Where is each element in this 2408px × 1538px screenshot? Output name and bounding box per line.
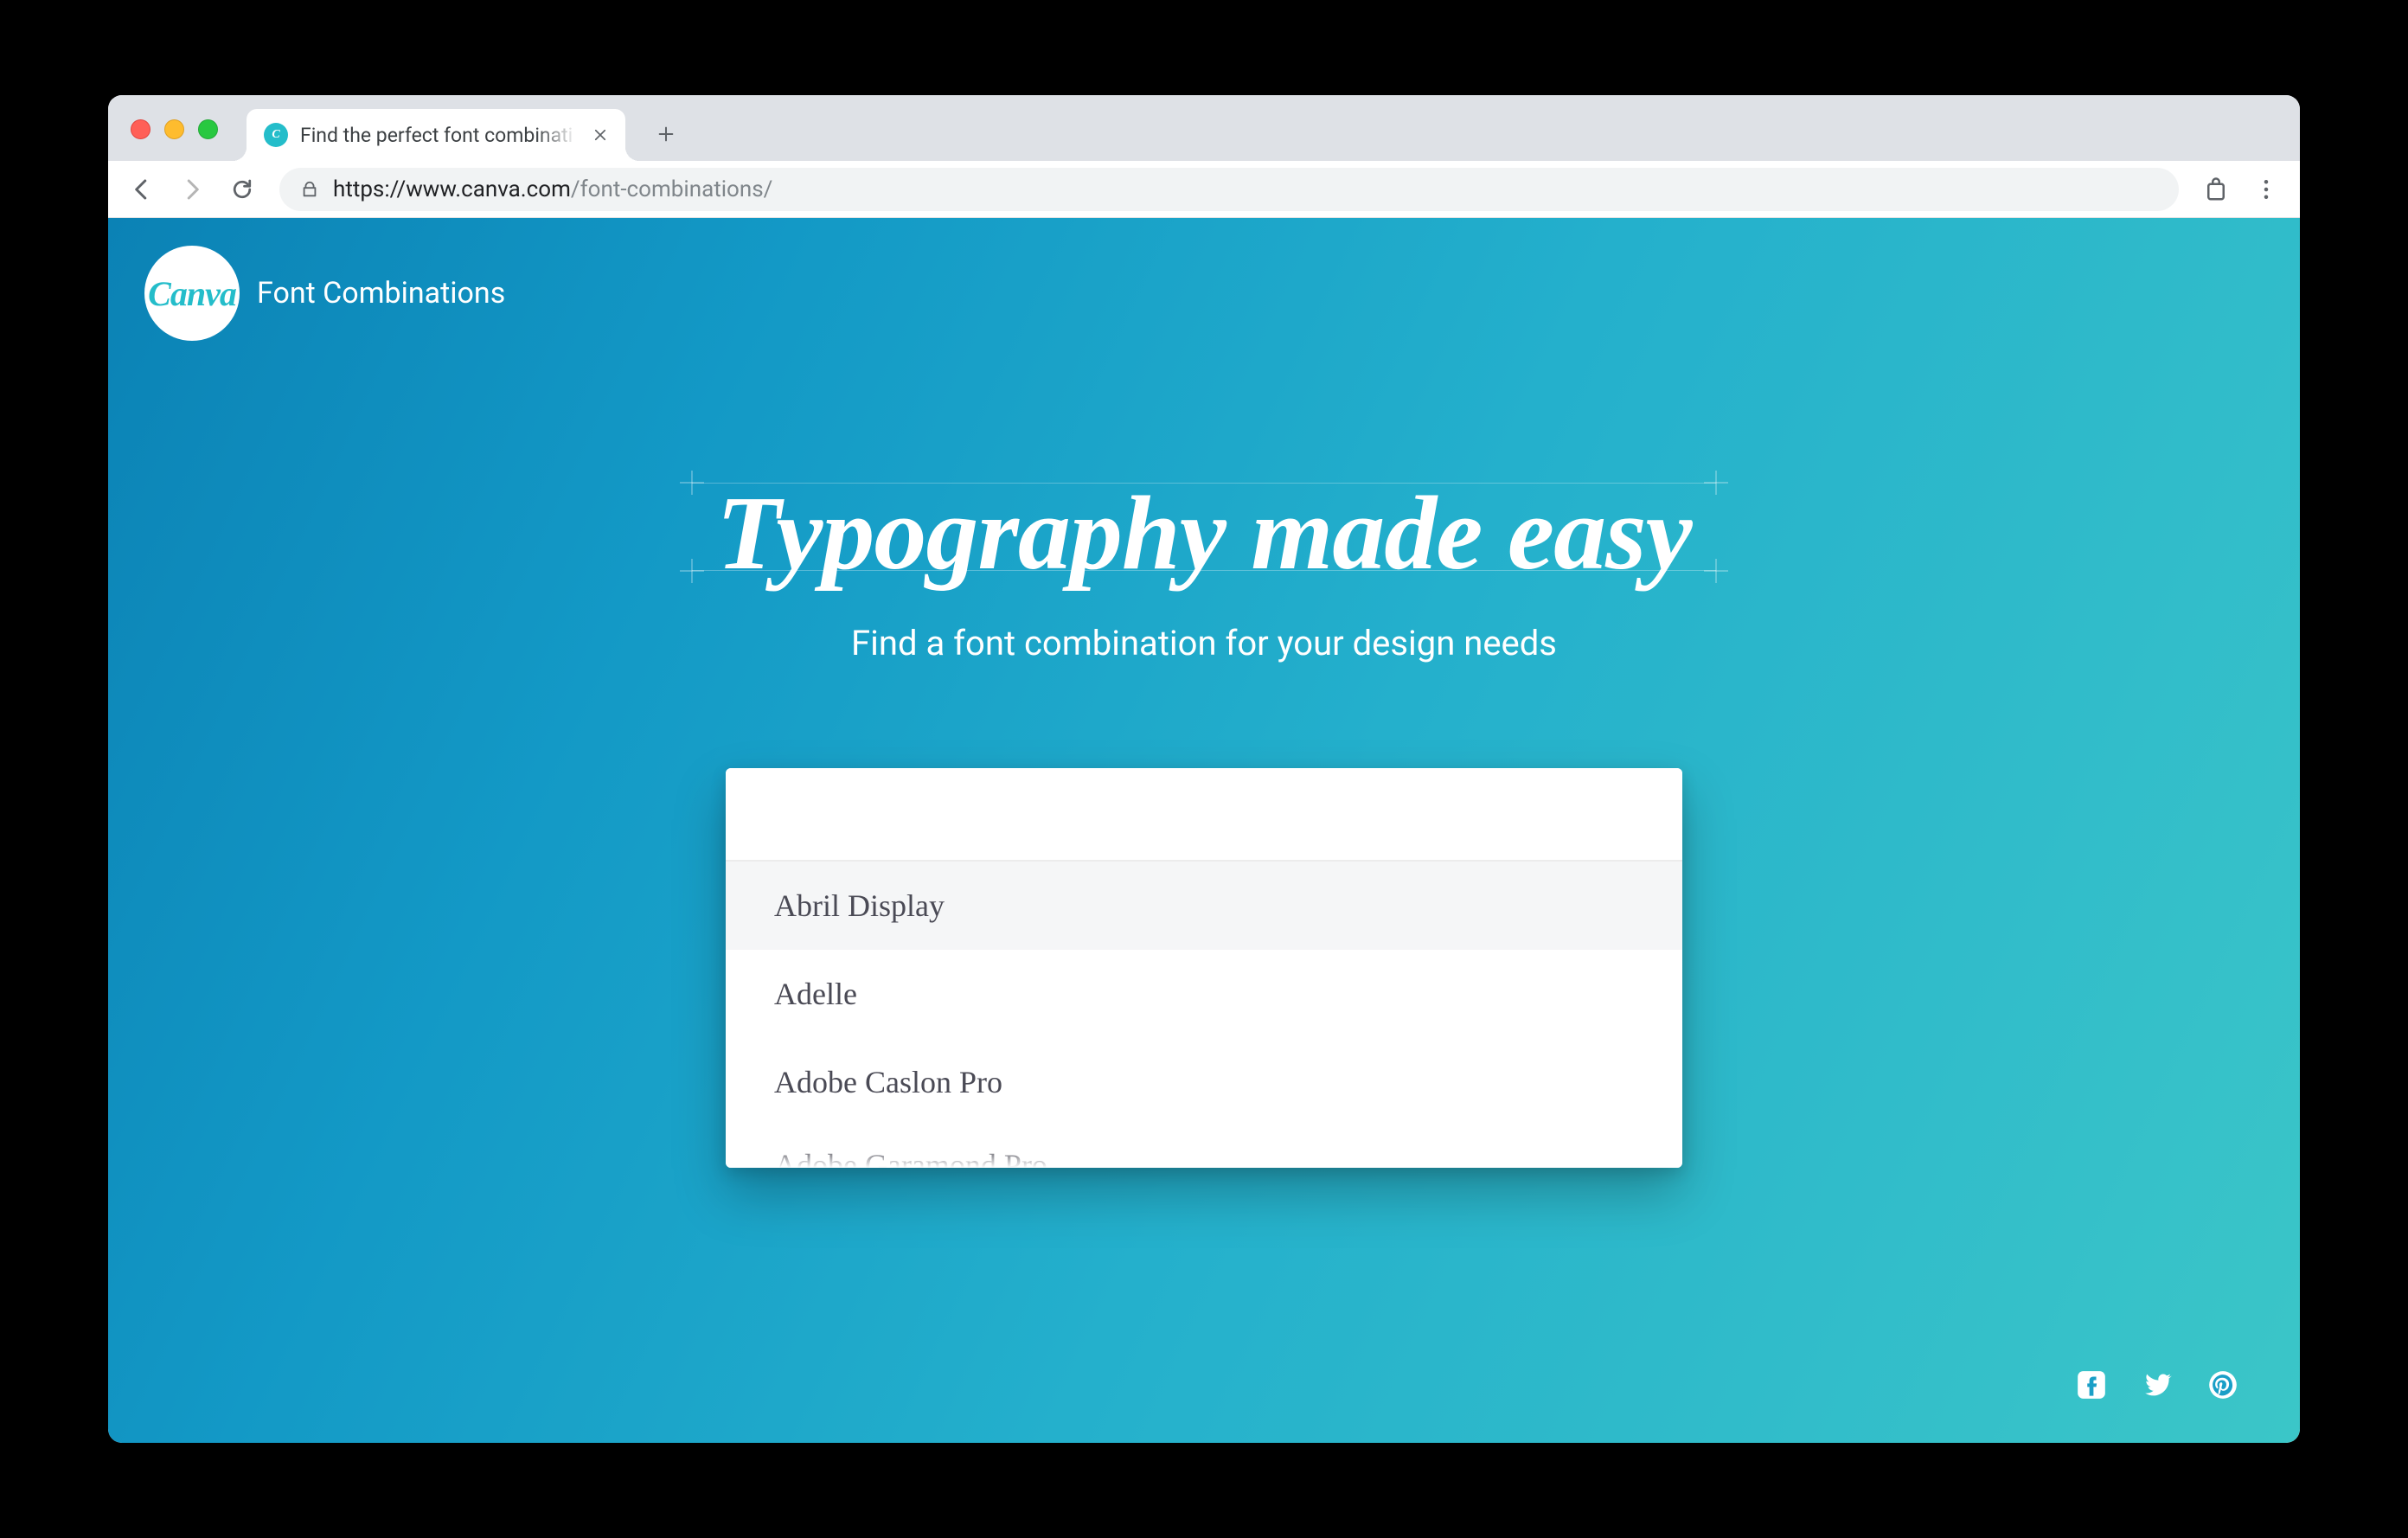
hero-title-wrap: Typography made easy	[713, 476, 1694, 592]
facebook-icon[interactable]	[2075, 1368, 2108, 1401]
window-controls	[131, 119, 218, 139]
corner-tick-icon	[680, 471, 704, 495]
back-button[interactable]	[120, 168, 163, 211]
close-tab-button[interactable]	[589, 124, 612, 146]
canva-logo[interactable]: Canva	[144, 246, 240, 341]
corner-tick-icon	[1704, 559, 1728, 583]
canva-logo-text: Canva	[148, 273, 236, 314]
page-viewport: Canva Font Combinations Typography made …	[108, 218, 2300, 1443]
reload-button[interactable]	[221, 168, 264, 211]
browser-toolbar: https://www.canva.com/font-combinations/	[108, 161, 2300, 218]
typographic-guide-line	[692, 570, 1715, 571]
corner-tick-icon	[1704, 471, 1728, 495]
social-links	[2075, 1368, 2239, 1401]
twitter-icon[interactable]	[2141, 1368, 2174, 1401]
browser-menu-button[interactable]	[2245, 168, 2288, 211]
window-close-button[interactable]	[131, 119, 150, 139]
tab-strip: C Find the perfect font combinati	[108, 95, 2300, 161]
hero-section: Typography made easy Find a font combina…	[108, 476, 2300, 663]
url-text: https://www.canva.com/font-combinations/	[333, 176, 772, 202]
corner-tick-icon	[680, 559, 704, 583]
font-option[interactable]: Abril Display	[726, 862, 1682, 950]
font-search-input[interactable]	[726, 768, 1682, 862]
pinterest-icon[interactable]	[2206, 1368, 2239, 1401]
site-header: Canva Font Combinations	[144, 246, 505, 341]
font-search-panel: Abril Display Adelle Adobe Caslon Pro Ad…	[726, 768, 1682, 1168]
browser-window: C Find the perfect font combinati https:…	[108, 95, 2300, 1443]
tab-title: Find the perfect font combinati	[300, 124, 577, 147]
font-options-list: Abril Display Adelle Adobe Caslon Pro Ad…	[726, 862, 1682, 1168]
new-tab-button[interactable]	[651, 119, 681, 149]
font-option[interactable]: Adobe Caslon Pro	[726, 1038, 1682, 1126]
lock-icon	[300, 180, 319, 199]
browser-tab[interactable]: C Find the perfect font combinati	[247, 109, 625, 161]
address-bar[interactable]: https://www.canva.com/font-combinations/	[279, 168, 2179, 211]
window-maximize-button[interactable]	[198, 119, 218, 139]
canva-favicon-icon: C	[264, 123, 288, 147]
extension-button[interactable]	[2194, 168, 2238, 211]
hero-title: Typography made easy	[716, 476, 1691, 592]
site-title: Font Combinations	[257, 276, 505, 311]
hero-subtitle: Find a font combination for your design …	[108, 623, 2300, 663]
font-option[interactable]: Adobe Garamond Pro	[726, 1126, 1682, 1168]
font-option[interactable]: Adelle	[726, 950, 1682, 1038]
forward-button[interactable]	[170, 168, 214, 211]
window-minimize-button[interactable]	[164, 119, 184, 139]
typographic-guide-line	[692, 483, 1715, 484]
